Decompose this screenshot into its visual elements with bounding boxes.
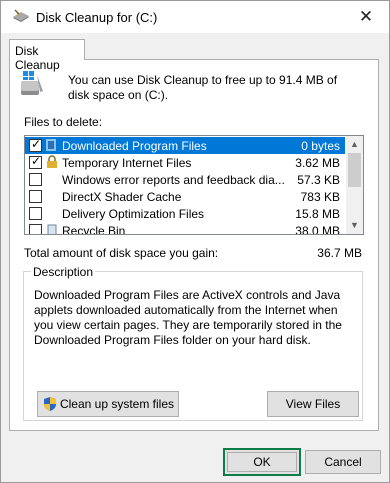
list-item-downloaded-program-files[interactable]: ✓ Downloaded Program Files 0 bytes (25, 137, 345, 154)
list-item-recycle-bin[interactable]: Recycle Bin 38.0 MB (25, 222, 345, 235)
file-size: 15.8 MB (295, 207, 340, 221)
tab-disk-cleanup[interactable]: Disk Cleanup (9, 39, 85, 72)
checkbox[interactable]: ✓ (29, 154, 42, 169)
file-name: Downloaded Program Files (62, 139, 207, 153)
cancel-button[interactable]: Cancel (305, 450, 381, 474)
checkbox[interactable] (29, 224, 42, 234)
checkmark-icon: ✓ (31, 154, 42, 168)
vertical-scrollbar[interactable]: ▲ ▼ (346, 136, 363, 234)
view-files-button[interactable]: View Files (267, 391, 359, 417)
lock-icon (47, 155, 57, 168)
list-item-windows-error-reports[interactable]: Windows error reports and feedback dia..… (25, 171, 345, 188)
scroll-up-arrow-icon[interactable]: ▲ (346, 136, 363, 153)
file-name: Recycle Bin (62, 224, 126, 235)
files-list[interactable]: ✓ Downloaded Program Files 0 bytes ✓ Tem… (24, 135, 364, 235)
ok-button[interactable]: OK (223, 448, 301, 476)
ok-button-face: OK (227, 452, 297, 472)
file-size: 57.3 KB (297, 173, 340, 187)
file-size: 783 KB (300, 190, 340, 204)
description-text: Downloaded Program Files are ActiveX con… (34, 288, 342, 347)
title-bar: Disk Cleanup for (C:) ✕ (1, 1, 389, 33)
scroll-down-arrow-icon[interactable]: ▼ (346, 217, 363, 234)
file-size: 0 bytes (301, 139, 340, 153)
list-item-delivery-optimization-files[interactable]: Delivery Optimization Files 15.8 MB (25, 205, 345, 222)
total-space-label: Total amount of disk space you gain: (24, 246, 219, 260)
checkmark-icon: ✓ (31, 137, 42, 151)
checkbox[interactable] (29, 207, 42, 220)
disk-cleanup-icon (13, 9, 29, 22)
disk-cleanup-window: Disk Cleanup for (C:) ✕ Disk Cleanup You… (0, 0, 390, 483)
window-title: Disk Cleanup for (C:) (36, 10, 158, 25)
close-button[interactable]: ✕ (343, 1, 389, 33)
checkbox[interactable] (29, 173, 42, 186)
recycle-bin-icon (47, 224, 57, 234)
clean-up-system-files-button[interactable]: Clean up system files (37, 391, 179, 417)
checkbox[interactable]: ✓ (29, 137, 42, 152)
total-space-value: 36.7 MB (317, 246, 362, 260)
list-item-temporary-internet-files[interactable]: ✓ Temporary Internet Files 3.62 MB (25, 154, 345, 171)
folder-icon (46, 139, 56, 151)
list-item-directx-shader-cache[interactable]: DirectX Shader Cache 783 KB (25, 188, 345, 205)
disk-cleanup-large-icon (21, 71, 43, 95)
info-text: You can use Disk Cleanup to free up to 9… (68, 73, 338, 102)
clean-up-system-files-label: Clean up system files (59, 397, 175, 411)
file-name: Windows error reports and feedback dia..… (62, 173, 285, 187)
file-size: 3.62 MB (295, 156, 340, 170)
file-name: Delivery Optimization Files (62, 207, 205, 221)
uac-shield-icon (43, 397, 56, 411)
files-to-delete-label: Files to delete: (24, 115, 103, 129)
scroll-thumb[interactable] (348, 153, 361, 187)
file-size: 38.0 MB (295, 224, 340, 235)
checkbox[interactable] (29, 190, 42, 203)
file-name: DirectX Shader Cache (62, 190, 182, 204)
description-legend: Description (31, 265, 96, 279)
file-name: Temporary Internet Files (62, 156, 192, 170)
